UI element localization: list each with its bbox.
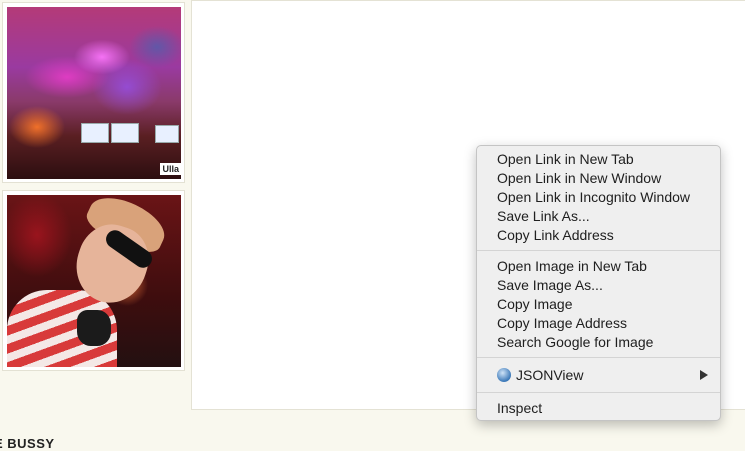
menu-save-image-as[interactable]: Save Image As... [477,276,720,295]
menu-jsonview-label: JSONView [516,367,584,383]
context-menu: Open Link in New Tab Open Link in New Wi… [476,145,721,421]
photo-thumbnail-nightclub[interactable]: Ulla [2,2,185,183]
jsonview-icon [497,368,511,382]
screen-shape [81,123,109,143]
menu-copy-link-address[interactable]: Copy Link Address [477,226,720,245]
menu-open-image-new-tab[interactable]: Open Image in New Tab [477,257,720,276]
menu-copy-image[interactable]: Copy Image [477,295,720,314]
section-heading: E BUSSY [0,436,55,451]
menu-jsonview[interactable]: JSONView [477,364,720,386]
menu-inspect[interactable]: Inspect [477,399,720,418]
menu-search-google-image[interactable]: Search Google for Image [477,333,720,352]
glove-shape [77,310,111,346]
menu-separator [477,357,720,358]
portrait-photo[interactable] [7,195,181,367]
watermark-label: Ulla [160,163,181,175]
chevron-right-icon [700,370,708,380]
menu-separator [477,392,720,393]
screen-shape [111,123,139,143]
menu-separator [477,250,720,251]
menu-open-link-incognito[interactable]: Open Link in Incognito Window [477,188,720,207]
screen-shape [155,125,179,143]
photo-thumbnail-portrait[interactable] [2,190,185,371]
nightclub-photo[interactable]: Ulla [7,7,181,179]
menu-copy-image-address[interactable]: Copy Image Address [477,314,720,333]
menu-open-link-new-tab[interactable]: Open Link in New Tab [477,150,720,169]
menu-save-link-as[interactable]: Save Link As... [477,207,720,226]
menu-open-link-new-window[interactable]: Open Link in New Window [477,169,720,188]
